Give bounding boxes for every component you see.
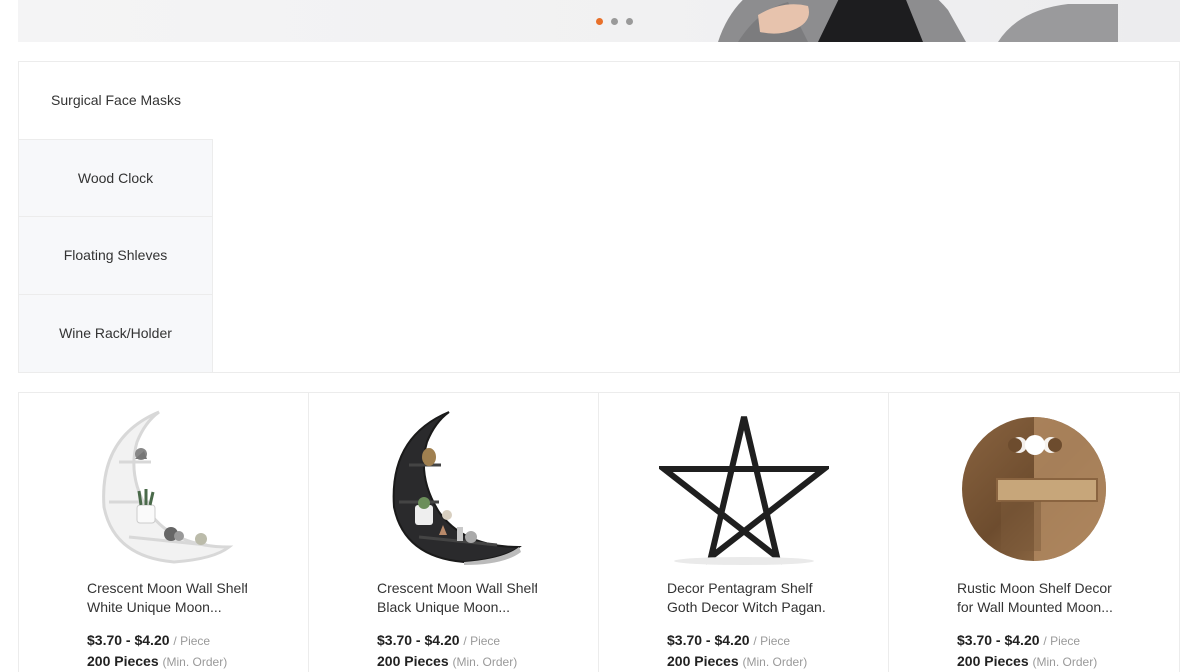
- product-title-line-2: for Wall Mounted Moon...: [957, 599, 1113, 615]
- product-card[interactable]: Crescent Moon Wall Shelf Black Unique Mo…: [309, 393, 599, 672]
- min-order-quantity: 200 Pieces: [87, 653, 159, 669]
- min-order-label: (Min. Order): [452, 655, 518, 669]
- product-card[interactable]: Rustic Moon Shelf Decor for Wall Mounted…: [889, 393, 1179, 672]
- min-order-quantity: 200 Pieces: [377, 653, 449, 669]
- black-crescent-moon-shelf-image: [392, 411, 522, 565]
- product-title-line-1: Rustic Moon Shelf Decor: [957, 580, 1112, 596]
- min-order: 200 Pieces (Min. Order): [377, 653, 517, 669]
- product-card[interactable]: Decor Pentagram Shelf Goth Decor Witch P…: [599, 393, 889, 672]
- min-order: 200 Pieces (Min. Order): [667, 653, 807, 669]
- carousel-dots: [596, 18, 633, 25]
- min-order-label: (Min. Order): [1032, 655, 1098, 669]
- product-price: $3.70 - $4.20 / Piece: [87, 632, 210, 648]
- product-title-line-2: White Unique Moon...: [87, 599, 222, 615]
- product-price: $3.70 - $4.20 / Piece: [957, 632, 1080, 648]
- category-item-floating-shelves[interactable]: Floating Shleves: [19, 217, 213, 295]
- product-grid: Crescent Moon Wall Shelf White Unique Mo…: [18, 392, 1180, 672]
- category-list: Surgical Face Masks Wood Clock Floating …: [19, 62, 213, 372]
- category-label: Floating Shleves: [63, 247, 168, 264]
- product-title[interactable]: Crescent Moon Wall Shelf Black Unique Mo…: [377, 579, 537, 617]
- price-unit: / Piece: [1043, 634, 1081, 648]
- banner-model-image: [718, 0, 1118, 42]
- hero-banner[interactable]: [18, 0, 1180, 42]
- price-range: $3.70 - $4.20: [87, 632, 170, 648]
- white-crescent-moon-shelf-image: [102, 410, 234, 564]
- category-item-wine-rack[interactable]: Wine Rack/Holder: [19, 294, 213, 372]
- price-unit: / Piece: [753, 634, 791, 648]
- category-label: Wood Clock: [77, 169, 154, 186]
- price-unit: / Piece: [463, 634, 501, 648]
- min-order-label: (Min. Order): [162, 655, 228, 669]
- product-title-line-1: Crescent Moon Wall Shelf: [87, 580, 247, 596]
- carousel-dot-3[interactable]: [626, 18, 633, 25]
- price-unit: / Piece: [173, 634, 211, 648]
- min-order: 200 Pieces (Min. Order): [87, 653, 227, 669]
- product-price: $3.70 - $4.20 / Piece: [377, 632, 500, 648]
- category-label: Surgical Face Masks: [51, 92, 181, 109]
- min-order: 200 Pieces (Min. Order): [957, 653, 1097, 669]
- price-range: $3.70 - $4.20: [957, 632, 1040, 648]
- category-label: Wine Rack/Holder: [59, 325, 172, 342]
- carousel-dot-1[interactable]: [596, 18, 603, 25]
- pentagram-shelf-image: [659, 416, 829, 565]
- product-title[interactable]: Rustic Moon Shelf Decor for Wall Mounted…: [957, 579, 1117, 617]
- category-item-wood-clock[interactable]: Wood Clock: [19, 139, 213, 217]
- product-title-line-2: Goth Decor Witch Pagan...: [667, 599, 827, 615]
- price-range: $3.70 - $4.20: [667, 632, 750, 648]
- product-title[interactable]: Decor Pentagram Shelf Goth Decor Witch P…: [667, 579, 827, 617]
- product-title-line-1: Crescent Moon Wall Shelf: [377, 580, 537, 596]
- min-order-label: (Min. Order): [742, 655, 808, 669]
- product-title[interactable]: Crescent Moon Wall Shelf White Unique Mo…: [87, 579, 247, 617]
- carousel-dot-2[interactable]: [611, 18, 618, 25]
- rustic-wood-moon-shelf-image: [962, 417, 1106, 561]
- product-price: $3.70 - $4.20 / Piece: [667, 632, 790, 648]
- product-card[interactable]: Crescent Moon Wall Shelf White Unique Mo…: [19, 393, 309, 672]
- product-title-line-2: Black Unique Moon...: [377, 599, 511, 615]
- product-title-line-1: Decor Pentagram Shelf: [667, 580, 813, 596]
- price-range: $3.70 - $4.20: [377, 632, 460, 648]
- min-order-quantity: 200 Pieces: [957, 653, 1029, 669]
- category-item-surgical-face-masks[interactable]: Surgical Face Masks: [19, 62, 213, 140]
- min-order-quantity: 200 Pieces: [667, 653, 739, 669]
- category-panel: Surgical Face Masks Wood Clock Floating …: [18, 61, 1180, 373]
